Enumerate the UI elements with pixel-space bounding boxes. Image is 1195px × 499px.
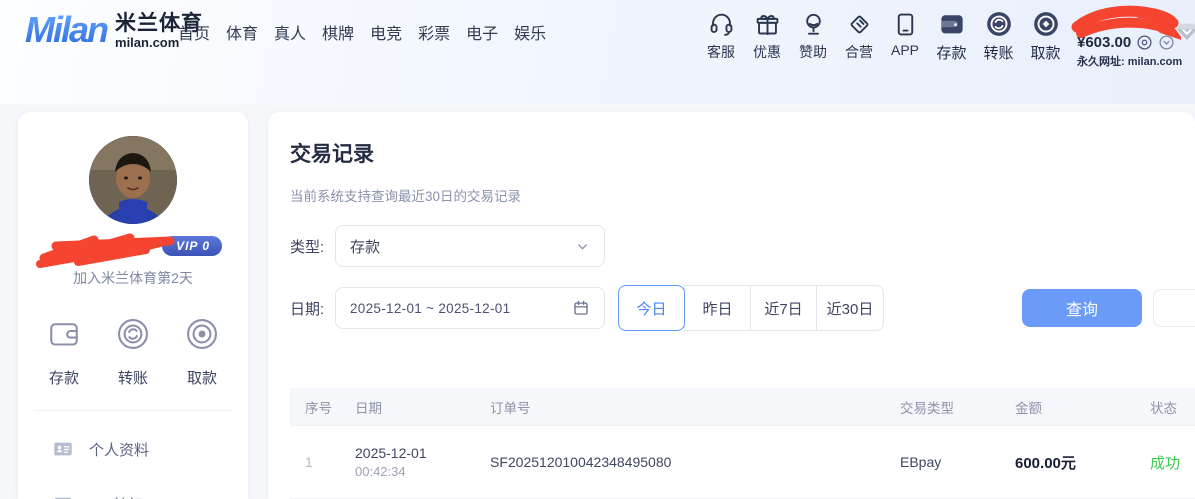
col-order-no: 订单号 — [490, 397, 900, 417]
wallet-icon — [937, 8, 967, 40]
wallet-outline-icon — [46, 316, 82, 357]
deposit-button[interactable]: 存款 — [928, 8, 975, 63]
page-body: VIP 0 加入米兰体育第2天 存款 — [0, 104, 1195, 499]
profile-sidebar: VIP 0 加入米兰体育第2天 存款 — [18, 112, 248, 499]
permanent-url-text: 永久网址: milan.com — [1077, 53, 1182, 69]
sidebar-withdraw-button[interactable]: 取款 — [184, 316, 220, 388]
page-subtitle: 当前系统支持查询最近30日的交易记录 — [290, 185, 1195, 205]
cell-date: 2025-12-01 00:42:34 — [355, 445, 490, 479]
cell-status: 成功 — [1150, 452, 1195, 473]
date-range-presets: 今日 昨日 近7日 近30日 — [618, 285, 884, 331]
sidebar-menu: 个人资料 VIP特权 — [18, 421, 248, 499]
headset-icon — [708, 8, 735, 40]
nav-item-live[interactable]: 真人 — [274, 20, 306, 44]
nav-item-home[interactable]: 首页 — [178, 20, 210, 44]
promo-link[interactable]: 优惠 — [744, 8, 790, 62]
cell-type: EBpay — [900, 454, 1015, 470]
sidebar-divider — [34, 410, 232, 411]
sidebar-quick-actions: 存款 转账 — [18, 316, 248, 388]
app-link[interactable]: APP — [882, 8, 928, 58]
site-logo[interactable]: Milan 米兰体育 milan.com — [25, 10, 203, 51]
date-label: 日期: — [290, 298, 335, 319]
date-filter-row: 日期: 2025-12-01 ~ 2025-12-01 今日 昨日 近7日 近3… — [290, 285, 1195, 331]
col-status: 状态 — [1150, 397, 1195, 417]
username-redaction-scribble — [1069, 3, 1181, 45]
reset-button-partial[interactable] — [1153, 289, 1195, 327]
partner-icon — [846, 8, 873, 40]
cell-amount: 600.00元 — [1015, 452, 1150, 473]
transaction-records-panel: 交易记录 当前系统支持查询最近30日的交易记录 类型: 存款 日期: 2025-… — [268, 112, 1195, 499]
sponsor-link[interactable]: 赞助 — [790, 8, 836, 62]
sidebar-item-vip[interactable]: VIP特权 — [18, 477, 248, 499]
col-amount: 金额 — [1015, 397, 1150, 417]
query-button[interactable]: 查询 — [1022, 289, 1142, 327]
sidebar-transfer-button[interactable]: 转账 — [115, 316, 151, 388]
calendar-icon — [572, 299, 590, 317]
type-select-value: 存款 — [350, 236, 380, 257]
date-range-value: 2025-12-01 ~ 2025-12-01 — [350, 301, 572, 316]
nav-item-slots[interactable]: 电子 — [466, 20, 498, 44]
vip-gem-icon — [52, 495, 74, 499]
date-range-input[interactable]: 2025-12-01 ~ 2025-12-01 — [335, 287, 605, 329]
cell-order-no: SF202512010042348495080 — [490, 454, 900, 470]
withdraw-icon — [1031, 8, 1061, 40]
table-header-row: 序号 日期 订单号 交易类型 金额 状态 — [290, 388, 1195, 426]
nav-item-lottery[interactable]: 彩票 — [418, 20, 450, 44]
col-type: 交易类型 — [900, 397, 1015, 417]
sidebar-deposit-button[interactable]: 存款 — [46, 316, 82, 388]
table-row: 1 2025-12-01 00:42:34 SF2025120100423484… — [290, 426, 1195, 499]
page-title: 交易记录 — [290, 138, 1195, 168]
withdraw-button[interactable]: 取款 — [1022, 8, 1069, 63]
trophy-icon — [800, 8, 827, 40]
join-days-text: 加入米兰体育第2天 — [18, 268, 248, 288]
transfer-icon — [984, 8, 1014, 40]
sidebar-item-profile[interactable]: 个人资料 — [18, 421, 248, 477]
col-index: 序号 — [305, 397, 355, 417]
id-card-icon — [52, 438, 74, 460]
range-yesterday-button[interactable]: 昨日 — [684, 285, 751, 331]
header-right-cluster: 客服 优惠 赞助 — [698, 8, 1195, 72]
top-header: Milan 米兰体育 milan.com 首页 体育 真人 棋牌 电竞 彩票 电… — [0, 0, 1195, 104]
phone-icon — [892, 8, 919, 40]
transfer-outline-icon — [115, 316, 151, 357]
range-today-button[interactable]: 今日 — [618, 285, 685, 331]
cell-index: 1 — [305, 454, 355, 470]
avatar — [89, 136, 177, 224]
type-label: 类型: — [290, 236, 335, 257]
gift-icon — [754, 8, 781, 40]
main-nav: 首页 体育 真人 棋牌 电竞 彩票 电子 娱乐 — [178, 20, 546, 44]
nav-item-esports[interactable]: 电竞 — [370, 20, 402, 44]
withdraw-outline-icon — [184, 316, 220, 357]
nav-item-chess[interactable]: 棋牌 — [322, 20, 354, 44]
sidebar-redaction-scribble — [34, 226, 186, 270]
range-7days-button[interactable]: 近7日 — [750, 285, 817, 331]
service-link[interactable]: 客服 — [698, 8, 744, 62]
account-balance-block: ¥603.00 永久网址: milan.com — [1075, 8, 1195, 72]
range-30days-button[interactable]: 近30日 — [816, 285, 884, 331]
nav-item-sports[interactable]: 体育 — [226, 20, 258, 44]
username-badge-row: VIP 0 — [18, 234, 248, 264]
type-filter-row: 类型: 存款 — [290, 225, 1195, 267]
transfer-button[interactable]: 转账 — [975, 8, 1022, 63]
affiliate-link[interactable]: 合营 — [836, 8, 882, 62]
col-date: 日期 — [355, 397, 490, 417]
chevron-down-icon — [575, 239, 590, 254]
type-select[interactable]: 存款 — [335, 225, 605, 267]
logo-script-text: Milan — [25, 12, 111, 48]
nav-item-entertainment[interactable]: 娱乐 — [514, 20, 546, 44]
transactions-table: 序号 日期 订单号 交易类型 金额 状态 1 2025-12-01 00:42:… — [290, 388, 1195, 499]
